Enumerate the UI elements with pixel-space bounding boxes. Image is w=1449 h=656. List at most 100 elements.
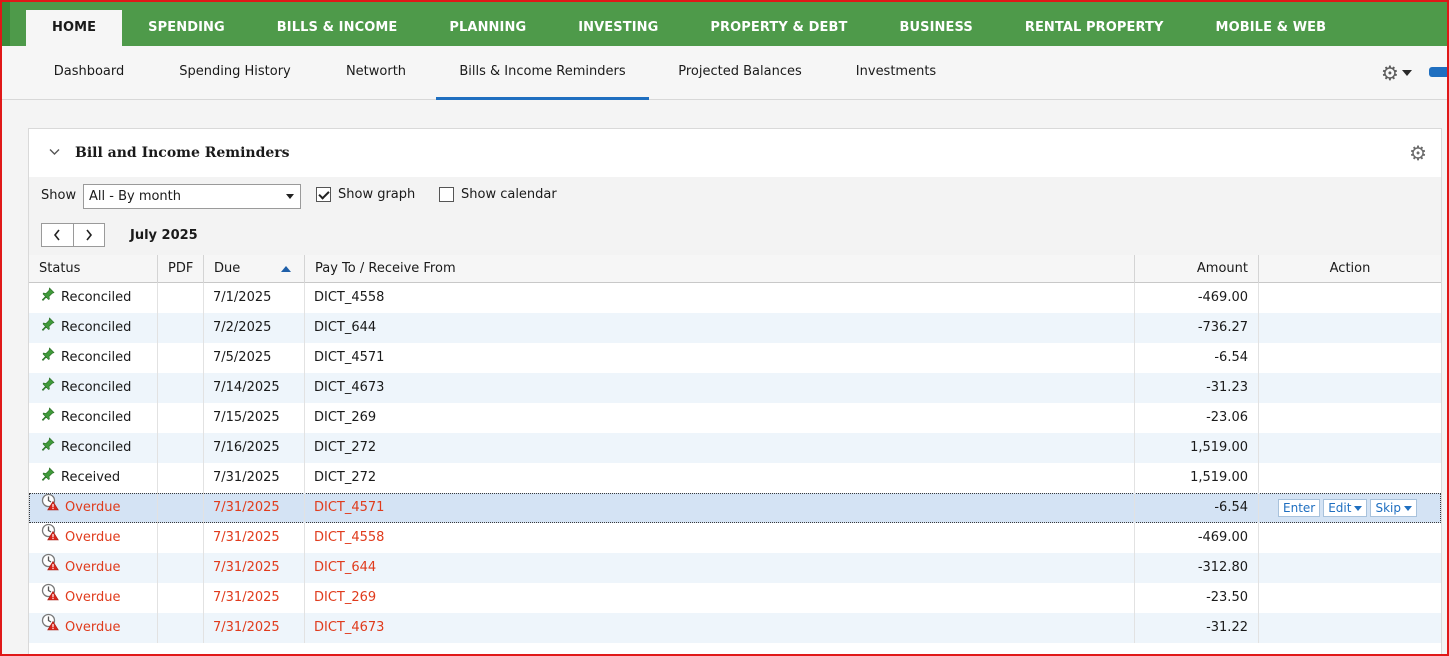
settings-menu-button[interactable]: ⚙ <box>1381 62 1415 84</box>
row-actions: Enter Edit Skip <box>1259 493 1441 523</box>
column-header-amount[interactable]: Amount <box>1135 255 1259 283</box>
sort-ascending-icon <box>281 266 291 272</box>
status-text: Overdue <box>65 560 121 575</box>
status-text: Overdue <box>65 500 121 515</box>
payee: DICT_272 <box>305 463 1135 493</box>
sub-tab-investments[interactable]: Investments <box>846 46 946 100</box>
current-month: July 2025 <box>130 228 198 243</box>
sub-nav: Dashboard Spending History Networth Bill… <box>2 46 1447 100</box>
table-row[interactable]: Reconciled 7/2/2025 DICT_644 -736.27 <box>29 313 1441 343</box>
due-date: 7/5/2025 <box>204 343 305 373</box>
amount: -469.00 <box>1135 283 1259 313</box>
status-cell: Overdue <box>29 583 158 613</box>
table-header: Status PDF Due Pay To / Receive From Amo… <box>29 255 1441 283</box>
edit-label: Edit <box>1328 501 1352 515</box>
side-panel-toggle[interactable] <box>1429 67 1447 77</box>
pdf-cell <box>158 433 204 463</box>
payee: DICT_272 <box>305 433 1135 463</box>
green-pin-icon <box>41 463 55 493</box>
amount: 1,519.00 <box>1135 463 1259 493</box>
top-tab-home[interactable]: HOME <box>26 10 123 46</box>
action-cell <box>1259 403 1441 433</box>
payee: DICT_269 <box>305 403 1135 433</box>
pdf-cell <box>158 553 204 583</box>
pdf-cell <box>158 463 204 493</box>
column-header-action: Action <box>1329 261 1371 276</box>
pdf-cell <box>158 313 204 343</box>
table-row[interactable]: Overdue 7/31/2025 DICT_4558 -469.00 <box>29 523 1441 553</box>
top-tab-spending[interactable]: SPENDING <box>122 10 251 46</box>
amount: -312.80 <box>1135 553 1259 583</box>
prev-month-button[interactable] <box>42 224 73 246</box>
payee: DICT_644 <box>305 313 1135 343</box>
sub-tab-networth[interactable]: Networth <box>336 46 416 100</box>
show-calendar-label: Show calendar <box>461 187 557 202</box>
sub-tab-spending-history[interactable]: Spending History <box>168 46 302 100</box>
status-text: Overdue <box>65 530 121 545</box>
due-date: 7/31/2025 <box>204 613 305 643</box>
overdue-alert-icon <box>41 613 59 643</box>
top-tab-property-debt[interactable]: PROPERTY & DEBT <box>684 10 873 46</box>
status-cell: Overdue <box>29 493 158 523</box>
green-pin-icon <box>41 313 55 343</box>
amount: -31.22 <box>1135 613 1259 643</box>
table-row[interactable]: Reconciled 7/5/2025 DICT_4571 -6.54 <box>29 343 1441 373</box>
next-month-button[interactable] <box>72 224 105 246</box>
pdf-cell <box>158 613 204 643</box>
show-label: Show <box>41 188 77 203</box>
amount: 1,519.00 <box>1135 433 1259 463</box>
month-nav-buttons <box>41 223 105 247</box>
enter-label: Enter <box>1283 501 1316 515</box>
column-header-payee[interactable]: Pay To / Receive From <box>305 255 1135 283</box>
table-row[interactable]: Overdue 7/31/2025 DICT_4673 -31.22 <box>29 613 1441 643</box>
table-row[interactable]: Reconciled 7/14/2025 DICT_4673 -31.23 <box>29 373 1441 403</box>
panel-settings-button[interactable]: ⚙ <box>1409 143 1427 163</box>
overdue-alert-icon <box>41 583 59 613</box>
overdue-alert-icon <box>41 493 59 523</box>
top-nav: HOME SPENDING BILLS & INCOME PLANNING IN… <box>2 2 1447 46</box>
column-header-pdf[interactable]: PDF <box>158 255 204 283</box>
amount: -736.27 <box>1135 313 1259 343</box>
show-graph-checkbox[interactable] <box>316 187 331 202</box>
table-row[interactable]: Reconciled 7/1/2025 DICT_4558 -469.00 <box>29 283 1441 313</box>
pdf-cell <box>158 343 204 373</box>
status-cell: Reconciled <box>29 373 158 403</box>
gear-icon: ⚙ <box>1381 61 1399 85</box>
column-header-due[interactable]: Due <box>204 255 305 283</box>
top-tab-bills-income[interactable]: BILLS & INCOME <box>251 10 424 46</box>
table-row[interactable]: Reconciled 7/16/2025 DICT_272 1,519.00 <box>29 433 1441 463</box>
top-tab-investing[interactable]: INVESTING <box>552 10 684 46</box>
column-header-status[interactable]: Status <box>29 255 158 283</box>
sub-tab-dashboard[interactable]: Dashboard <box>44 46 134 100</box>
top-tab-rental-property[interactable]: RENTAL PROPERTY <box>999 10 1190 46</box>
action-cell <box>1259 463 1441 493</box>
action-cell <box>1259 313 1441 343</box>
month-pager: July 2025 <box>29 215 1441 255</box>
collapse-button[interactable] <box>49 148 60 158</box>
table-row[interactable]: Overdue 7/31/2025 DICT_269 -23.50 <box>29 583 1441 613</box>
top-tab-mobile-web[interactable]: MOBILE & WEB <box>1190 10 1353 46</box>
green-pin-icon <box>41 343 55 373</box>
action-cell: Enter Edit Skip <box>1259 493 1441 523</box>
sub-tab-projected-balances[interactable]: Projected Balances <box>670 46 810 100</box>
enter-button[interactable]: Enter <box>1278 499 1321 517</box>
edit-button[interactable]: Edit <box>1323 499 1368 517</box>
status-cell: Overdue <box>29 523 158 553</box>
filter-bar: Show All - By month Show graph Show cale… <box>29 177 1441 215</box>
table-row[interactable]: Overdue 7/31/2025 DICT_644 -312.80 <box>29 553 1441 583</box>
panel-header: Bill and Income Reminders ⚙ <box>29 129 1441 177</box>
table-row[interactable]: Overdue 7/31/2025 DICT_4571 -6.54 Enter E… <box>29 493 1441 523</box>
table-row[interactable]: Reconciled 7/15/2025 DICT_269 -23.06 <box>29 403 1441 433</box>
table-row[interactable]: Received 7/31/2025 DICT_272 1,519.00 <box>29 463 1441 493</box>
sub-tab-bills-income-reminders[interactable]: Bills & Income Reminders <box>436 46 649 100</box>
top-tab-planning[interactable]: PLANNING <box>423 10 552 46</box>
skip-button[interactable]: Skip <box>1370 499 1417 517</box>
show-filter-select[interactable]: All - By month <box>83 184 301 209</box>
top-nav-edge <box>2 2 10 46</box>
top-tab-business[interactable]: BUSINESS <box>873 10 998 46</box>
status-cell: Overdue <box>29 553 158 583</box>
status-cell: Reconciled <box>29 313 158 343</box>
payee: DICT_644 <box>305 553 1135 583</box>
show-calendar-checkbox[interactable] <box>439 187 454 202</box>
status-text: Reconciled <box>61 380 132 395</box>
